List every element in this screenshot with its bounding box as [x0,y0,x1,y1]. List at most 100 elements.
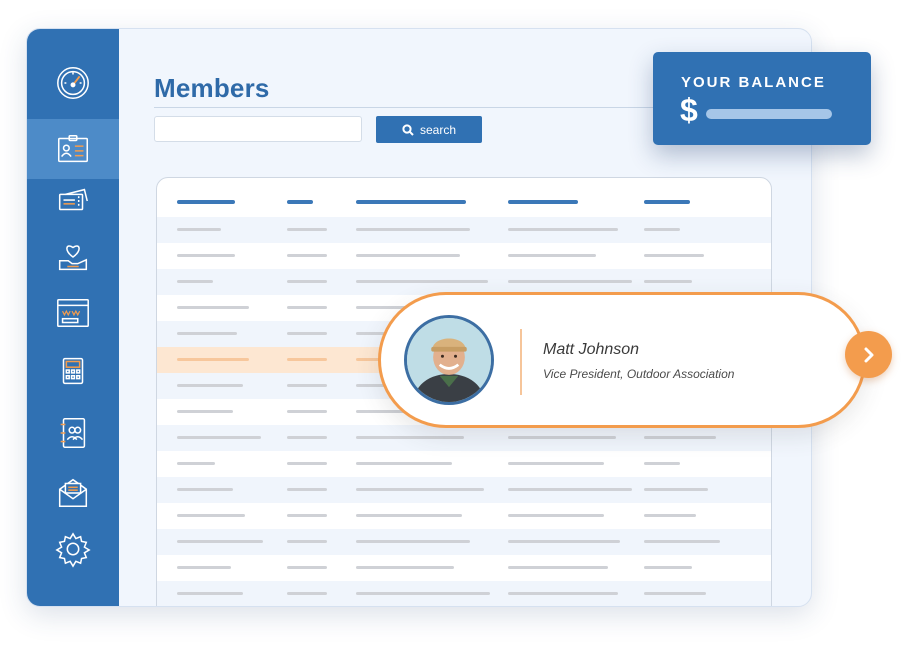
table-cell-placeholder [356,540,470,543]
table-cell-placeholder [177,436,261,439]
table-cell-placeholder [644,462,680,465]
table-header [157,178,771,218]
table-cell-placeholder [177,540,263,543]
table-cell-placeholder [177,254,235,257]
balance-label: YOUR BALANCE [681,74,826,91]
table-cell-placeholder [508,462,604,465]
table-cell-placeholder [356,488,484,491]
table-cell-placeholder [287,514,327,517]
table-cell-placeholder [508,514,604,517]
table-cell-placeholder [287,358,327,361]
table-cell-placeholder [356,566,454,569]
view-profile-button[interactable] [845,331,892,378]
table-cell-placeholder [177,332,237,335]
table-cell-placeholder [287,384,327,387]
search-icon [402,123,414,136]
table-cell-placeholder [508,280,632,283]
table-cell-placeholder [287,488,327,491]
table-cell-placeholder [356,254,460,257]
table-cell-placeholder [356,462,452,465]
gear-icon [55,532,91,568]
table-cell-placeholder [644,436,716,439]
sidebar-item-settings[interactable] [27,519,119,579]
sidebar-item-accounting[interactable] [27,341,119,401]
table-cell-placeholder [644,280,692,283]
title-divider [154,107,654,108]
table-cell-placeholder [287,228,327,231]
table-cell-placeholder [287,280,327,283]
table-row[interactable] [157,217,771,243]
table-cell-placeholder [287,332,327,335]
contact-book-icon [60,417,86,449]
table-cell-placeholder [644,228,680,231]
table-cell-placeholder [356,592,490,595]
table-row[interactable] [157,425,771,451]
sidebar-item-dashboard[interactable] [27,53,119,113]
search-input[interactable] [154,116,362,142]
table-cell-placeholder [287,436,327,439]
table-cell-placeholder [287,254,327,257]
member-name: Matt Johnson [543,341,640,358]
table-cell-placeholder [177,514,245,517]
search-button-label: search [419,122,457,137]
browser-window-icon [57,298,89,328]
member-profile-card[interactable]: Matt Johnson Vice President, Outdoor Ass… [378,292,866,428]
member-role: Vice President, Outdoor Association [543,367,735,381]
table-cell-placeholder [287,462,327,465]
heart-hand-icon [58,245,88,271]
table-cell-placeholder [177,228,221,231]
search-button[interactable]: search [376,116,482,143]
balance-card: YOUR BALANCE $ [653,52,871,145]
speedometer-icon [57,67,89,99]
chevron-right-icon [864,347,873,362]
table-row[interactable] [157,555,771,581]
page-title: Members [154,73,270,103]
sidebar-item-directory[interactable] [27,403,119,463]
table-row[interactable] [157,243,771,269]
column-header [644,200,690,204]
table-cell-placeholder [177,462,215,465]
table-cell-placeholder [644,540,720,543]
table-cell-placeholder [508,592,618,595]
table-cell-placeholder [644,514,696,517]
sidebar-item-members[interactable] [27,119,119,179]
calculator-icon [62,357,84,385]
column-header [177,200,235,204]
table-cell-placeholder [508,488,632,491]
table-cell-placeholder [177,358,249,361]
table-cell-placeholder [177,410,233,413]
table-row[interactable] [157,581,771,606]
table-cell-placeholder [287,306,327,309]
table-cell-placeholder [644,566,692,569]
avatar [404,315,494,405]
table-cell-placeholder [508,228,618,231]
profile-divider [520,329,522,395]
table-cell-placeholder [177,280,213,283]
table-cell-placeholder [508,566,608,569]
table-cell-placeholder [508,540,620,543]
table-cell-placeholder [508,436,616,439]
table-row[interactable] [157,451,771,477]
table-row[interactable] [157,529,771,555]
table-cell-placeholder [644,488,708,491]
table-cell-placeholder [287,410,327,413]
table-cell-placeholder [644,592,706,595]
table-row[interactable] [157,477,771,503]
table-cell-placeholder [644,254,704,257]
table-cell-placeholder [356,228,470,231]
member-card-icon [57,134,89,163]
avatar-portrait [407,318,491,402]
table-cell-placeholder [177,566,231,569]
table-cell-placeholder [287,592,327,595]
table-row[interactable] [157,503,771,529]
balance-amount-placeholder [706,109,832,119]
sidebar-item-tickets[interactable] [27,171,119,231]
table-cell-placeholder [356,514,462,517]
sidebar [27,29,119,606]
table-cell-placeholder [177,306,249,309]
sidebar-item-donations[interactable] [27,227,119,287]
tickets-icon [58,188,88,211]
sidebar-item-website[interactable] [27,283,119,343]
table-cell-placeholder [287,566,327,569]
sidebar-item-email[interactable] [27,463,119,523]
